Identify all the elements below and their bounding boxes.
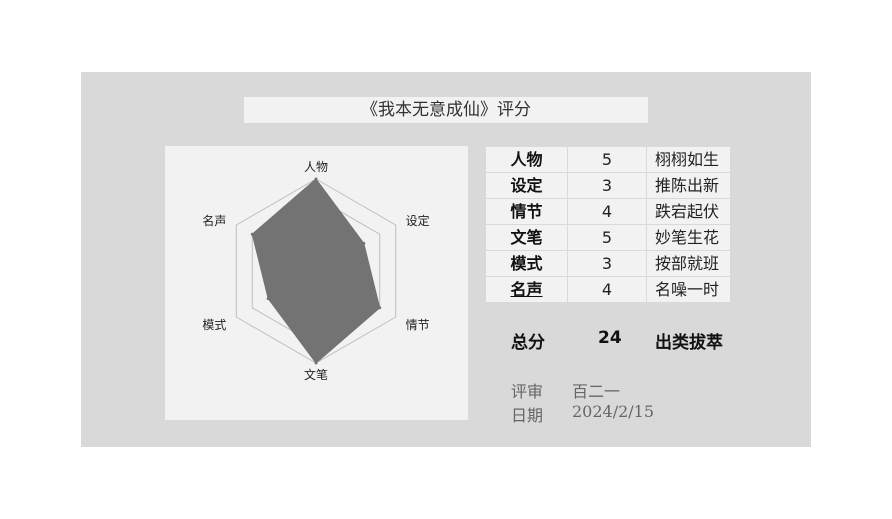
data-point	[362, 241, 366, 245]
total-label: 总分	[511, 333, 545, 353]
score-table: 人物 5 栩栩如生 设定 3 推陈出新 情节 4 跌宕起伏 文笔 5 妙笔生花 …	[486, 147, 730, 303]
score-comment: 栩栩如生	[655, 150, 720, 169]
score-comment: 推陈出新	[655, 176, 720, 195]
radar-chart: 人物设定情节文笔 模式 名声	[165, 146, 468, 420]
table-row: 模式 3 按部就班	[486, 251, 730, 277]
category-label: 人物	[510, 150, 543, 169]
table-row: 情节 4 跌宕起伏	[486, 199, 730, 225]
date-value: 2024/2/15	[572, 402, 655, 421]
score-value: 4	[567, 199, 647, 224]
data-point	[314, 361, 318, 365]
page-title: 《我本无意成仙》评分	[244, 97, 648, 123]
category-label: 设定	[510, 176, 543, 195]
table-row: 人物 5 栩栩如生	[486, 147, 730, 173]
reviewer-name: 百二一	[572, 382, 621, 401]
category-label: 名声	[510, 280, 543, 299]
axis-label: 名声	[202, 213, 226, 228]
reviewer-label: 评审	[511, 382, 544, 401]
data-series-area	[251, 178, 381, 364]
data-point	[314, 177, 318, 181]
category-label: 文笔	[510, 228, 543, 247]
date-label: 日期	[511, 406, 544, 425]
axis-label: 设定	[406, 213, 430, 228]
score-value: 5	[567, 225, 647, 250]
total-value: 24	[598, 328, 622, 348]
category-label: 情节	[510, 202, 543, 221]
category-label: 模式	[510, 254, 543, 273]
data-point	[378, 306, 382, 310]
table-row: 文笔 5 妙笔生花	[486, 225, 730, 251]
score-value: 3	[567, 173, 647, 198]
score-value: 4	[567, 277, 647, 302]
score-value: 3	[567, 251, 647, 276]
data-point	[266, 297, 270, 301]
axis-label: 人物	[304, 160, 328, 174]
axis-label: 文笔	[304, 367, 328, 382]
table-row: 设定 3 推陈出新	[486, 173, 730, 199]
score-comment: 跌宕起伏	[655, 202, 720, 221]
data-point	[250, 232, 254, 236]
score-value: 5	[567, 147, 647, 172]
radar-chart-svg: 人物设定情节文笔 模式 名声	[202, 160, 430, 382]
total-comment: 出类拔萃	[655, 333, 723, 353]
score-comment: 名噪一时	[655, 280, 720, 299]
axis-label: 情节	[406, 318, 430, 332]
table-row: 名声 4 名噪一时	[486, 277, 730, 303]
axis-label: 模式	[202, 318, 226, 332]
score-comment: 妙笔生花	[655, 228, 720, 247]
score-comment: 按部就班	[655, 254, 720, 273]
